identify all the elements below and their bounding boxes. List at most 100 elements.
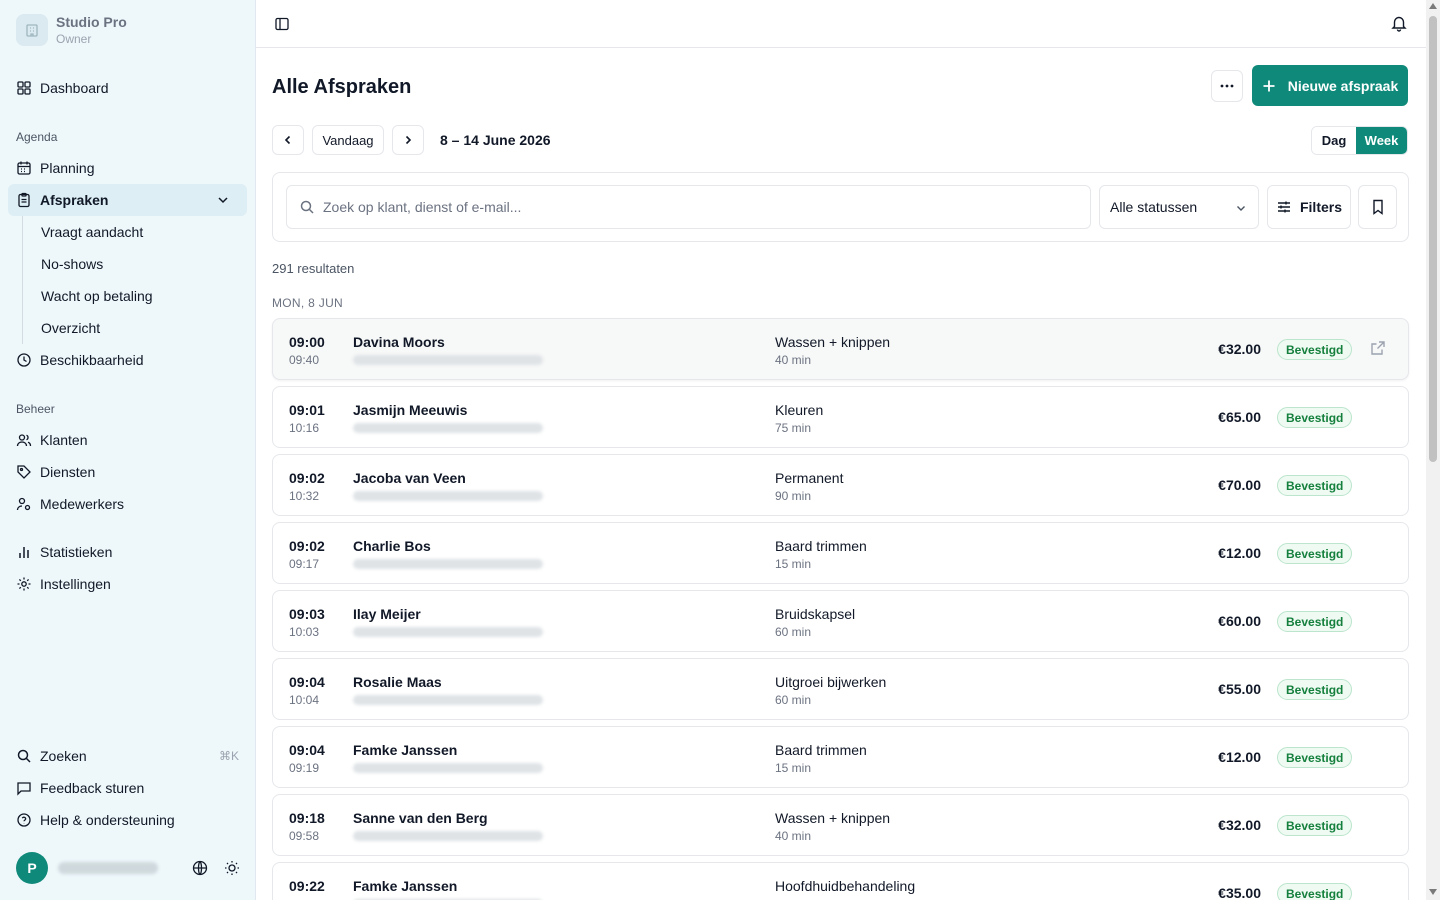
status-badge: Bevestigd <box>1277 747 1353 768</box>
sidebar-item-medewerkers[interactable]: Medewerkers <box>8 488 247 520</box>
client-email-redacted <box>353 491 543 501</box>
sidebar-item-klanten[interactable]: Klanten <box>8 424 247 456</box>
sidebar-item-label: Statistieken <box>40 544 113 560</box>
price: €55.00 <box>1218 681 1261 697</box>
section-agenda: Agenda <box>16 130 58 144</box>
service-duration: 90 min <box>775 489 812 503</box>
page-title: Alle Afspraken <box>272 76 412 98</box>
sidebar-item-dashboard[interactable]: Dashboard <box>8 72 247 104</box>
today-button[interactable]: Vandaag <box>312 125 384 155</box>
subnav-item-wacht-op-betaling[interactable]: Wacht op betaling <box>23 280 242 312</box>
page-scrollbar[interactable] <box>1426 0 1440 900</box>
sidebar-item-planning[interactable]: Planning <box>8 152 247 184</box>
search-icon <box>300 200 314 214</box>
service-duration: 15 min <box>775 557 812 571</box>
search-input[interactable] <box>323 199 1023 215</box>
status-badge: Bevestigd <box>1277 475 1353 496</box>
sidebar-item-beschikbaarheid[interactable]: Beschikbaarheid <box>8 344 247 376</box>
scroll-down-arrow[interactable] <box>1429 889 1437 895</box>
new-appointment-button[interactable]: Nieuwe afspraak <box>1252 65 1408 106</box>
external-link-icon[interactable] <box>1370 340 1386 361</box>
status-badge: Bevestigd <box>1277 679 1353 700</box>
appointment-row[interactable]: 09:03 10:03 Ilay Meijer Bruidskapsel 60 min €… <box>272 590 1409 652</box>
price: €32.00 <box>1218 817 1261 833</box>
start-time: 09:02 <box>289 538 325 554</box>
sidebar-item-label: Diensten <box>40 464 96 480</box>
avatar[interactable]: P <box>16 852 48 884</box>
sidebar-item-instellingen[interactable]: Instellingen <box>8 568 247 600</box>
service-name: Wassen + knippen <box>775 810 891 826</box>
appointment-row[interactable]: 09:02 10:32 Jacoba van Veen Permanent 90 min… <box>272 454 1409 516</box>
filters-label: Filters <box>1299 199 1342 215</box>
client-name: Rosalie Maas <box>353 674 442 690</box>
end-time: 10:16 <box>289 421 320 435</box>
sidebar-item-help[interactable]: Help & ondersteuning <box>8 804 247 836</box>
start-time: 09:04 <box>289 674 325 690</box>
brand-role: Owner <box>56 32 92 46</box>
day-label: MON, 8 JUN <box>272 296 344 310</box>
sun-icon[interactable] <box>224 860 240 876</box>
next-week-button[interactable] <box>392 125 424 155</box>
appointment-row[interactable]: 09:04 09:19 Famke Janssen Baard trimmen 15 m… <box>272 726 1409 788</box>
user-email-redacted <box>58 862 158 874</box>
sidebar-item-label: Instellingen <box>40 576 111 592</box>
sidebar-item-statistieken[interactable]: Statistieken <box>8 536 247 568</box>
sidebar-item-feedback[interactable]: Feedback sturen <box>8 772 247 804</box>
afspraken-subnav: Vraagt aandacht No-shows Wacht op betali… <box>22 216 242 344</box>
search-field[interactable] <box>286 185 1091 229</box>
user-menu[interactable]: P <box>16 852 246 884</box>
appointment-row[interactable]: 09:02 09:17 Charlie Bos Baard trimmen 15 min… <box>272 522 1409 584</box>
brand-name: Studio Pro <box>56 14 127 30</box>
more-options-button[interactable] <box>1211 70 1243 102</box>
appointment-list: 09:00 09:40 Davina Moors Wassen + knippen 40… <box>272 318 1409 900</box>
more-horizontal-icon <box>1220 84 1234 88</box>
globe-icon[interactable] <box>192 860 208 876</box>
service-duration: 60 min <box>775 625 812 639</box>
chevron-down-icon[interactable] <box>215 192 231 208</box>
end-time: 10:04 <box>289 693 320 707</box>
client-name: Ilay Meijer <box>353 606 421 622</box>
appointment-row[interactable]: 09:01 10:16 Jasmijn Meeuwis Kleuren 75 min €6… <box>272 386 1409 448</box>
building-icon <box>16 14 48 46</box>
subnav-item-no-shows[interactable]: No-shows <box>23 248 242 280</box>
view-week-button[interactable]: Week <box>1356 127 1407 154</box>
sidebar-toggle-icon[interactable] <box>274 16 290 37</box>
bar-chart-icon <box>19 547 29 558</box>
subnav-item-vraagt-aandacht[interactable]: Vraagt aandacht <box>23 216 242 248</box>
previous-week-button[interactable] <box>272 125 304 155</box>
saved-views-button[interactable] <box>1358 185 1397 229</box>
service-duration: 75 min <box>775 421 812 435</box>
status-select[interactable]: Alle statussen <box>1099 185 1259 229</box>
scroll-up-arrow[interactable] <box>1429 3 1437 9</box>
start-time: 09:18 <box>289 810 325 826</box>
price: €12.00 <box>1218 545 1261 561</box>
chevron-down-icon <box>1237 206 1245 211</box>
sidebar-item-label: Klanten <box>40 432 88 448</box>
client-name: Charlie Bos <box>353 538 431 554</box>
subnav-item-overzicht[interactable]: Overzicht <box>23 312 242 344</box>
scroll-thumb[interactable] <box>1429 16 1437 462</box>
sidebar-item-diensten[interactable]: Diensten <box>8 456 247 488</box>
brand[interactable]: Studio Pro Owner <box>16 14 127 46</box>
tag-icon <box>17 465 31 479</box>
service-name: Kleuren <box>775 402 824 418</box>
sidebar-item-zoeken[interactable]: Zoeken ⌘K <box>8 740 247 772</box>
status-badge: Bevestigd <box>1277 339 1353 360</box>
start-time: 09:00 <box>289 334 325 350</box>
sliders-icon <box>1277 201 1290 213</box>
appointment-row[interactable]: 09:00 09:40 Davina Moors Wassen + knippen 40… <box>272 318 1409 380</box>
sidebar-item-label: Afspraken <box>40 192 109 208</box>
view-day-button[interactable]: Dag <box>1312 127 1357 154</box>
client-name: Jacoba van Veen <box>353 470 466 486</box>
client-email-redacted <box>353 559 543 569</box>
end-time: 10:03 <box>289 625 320 639</box>
filters-button[interactable]: Filters <box>1267 185 1351 229</box>
appointment-row[interactable]: 09:18 09:58 Sanne van den Berg Wassen + kni… <box>272 794 1409 856</box>
appointment-row[interactable]: 09:04 10:04 Rosalie Maas Uitgroei bijwerken… <box>272 658 1409 720</box>
sidebar-item-afspraken[interactable]: Afspraken <box>8 184 247 216</box>
start-time: 09:03 <box>289 606 325 622</box>
bell-icon[interactable] <box>1390 14 1408 37</box>
appointment-row[interactable]: 09:22 Famke Janssen Hoofdhuidbehandeling €3… <box>272 862 1409 900</box>
end-time: 09:58 <box>289 829 320 843</box>
sidebar: Studio Pro Owner Dashboard Agenda Planni… <box>0 0 256 900</box>
